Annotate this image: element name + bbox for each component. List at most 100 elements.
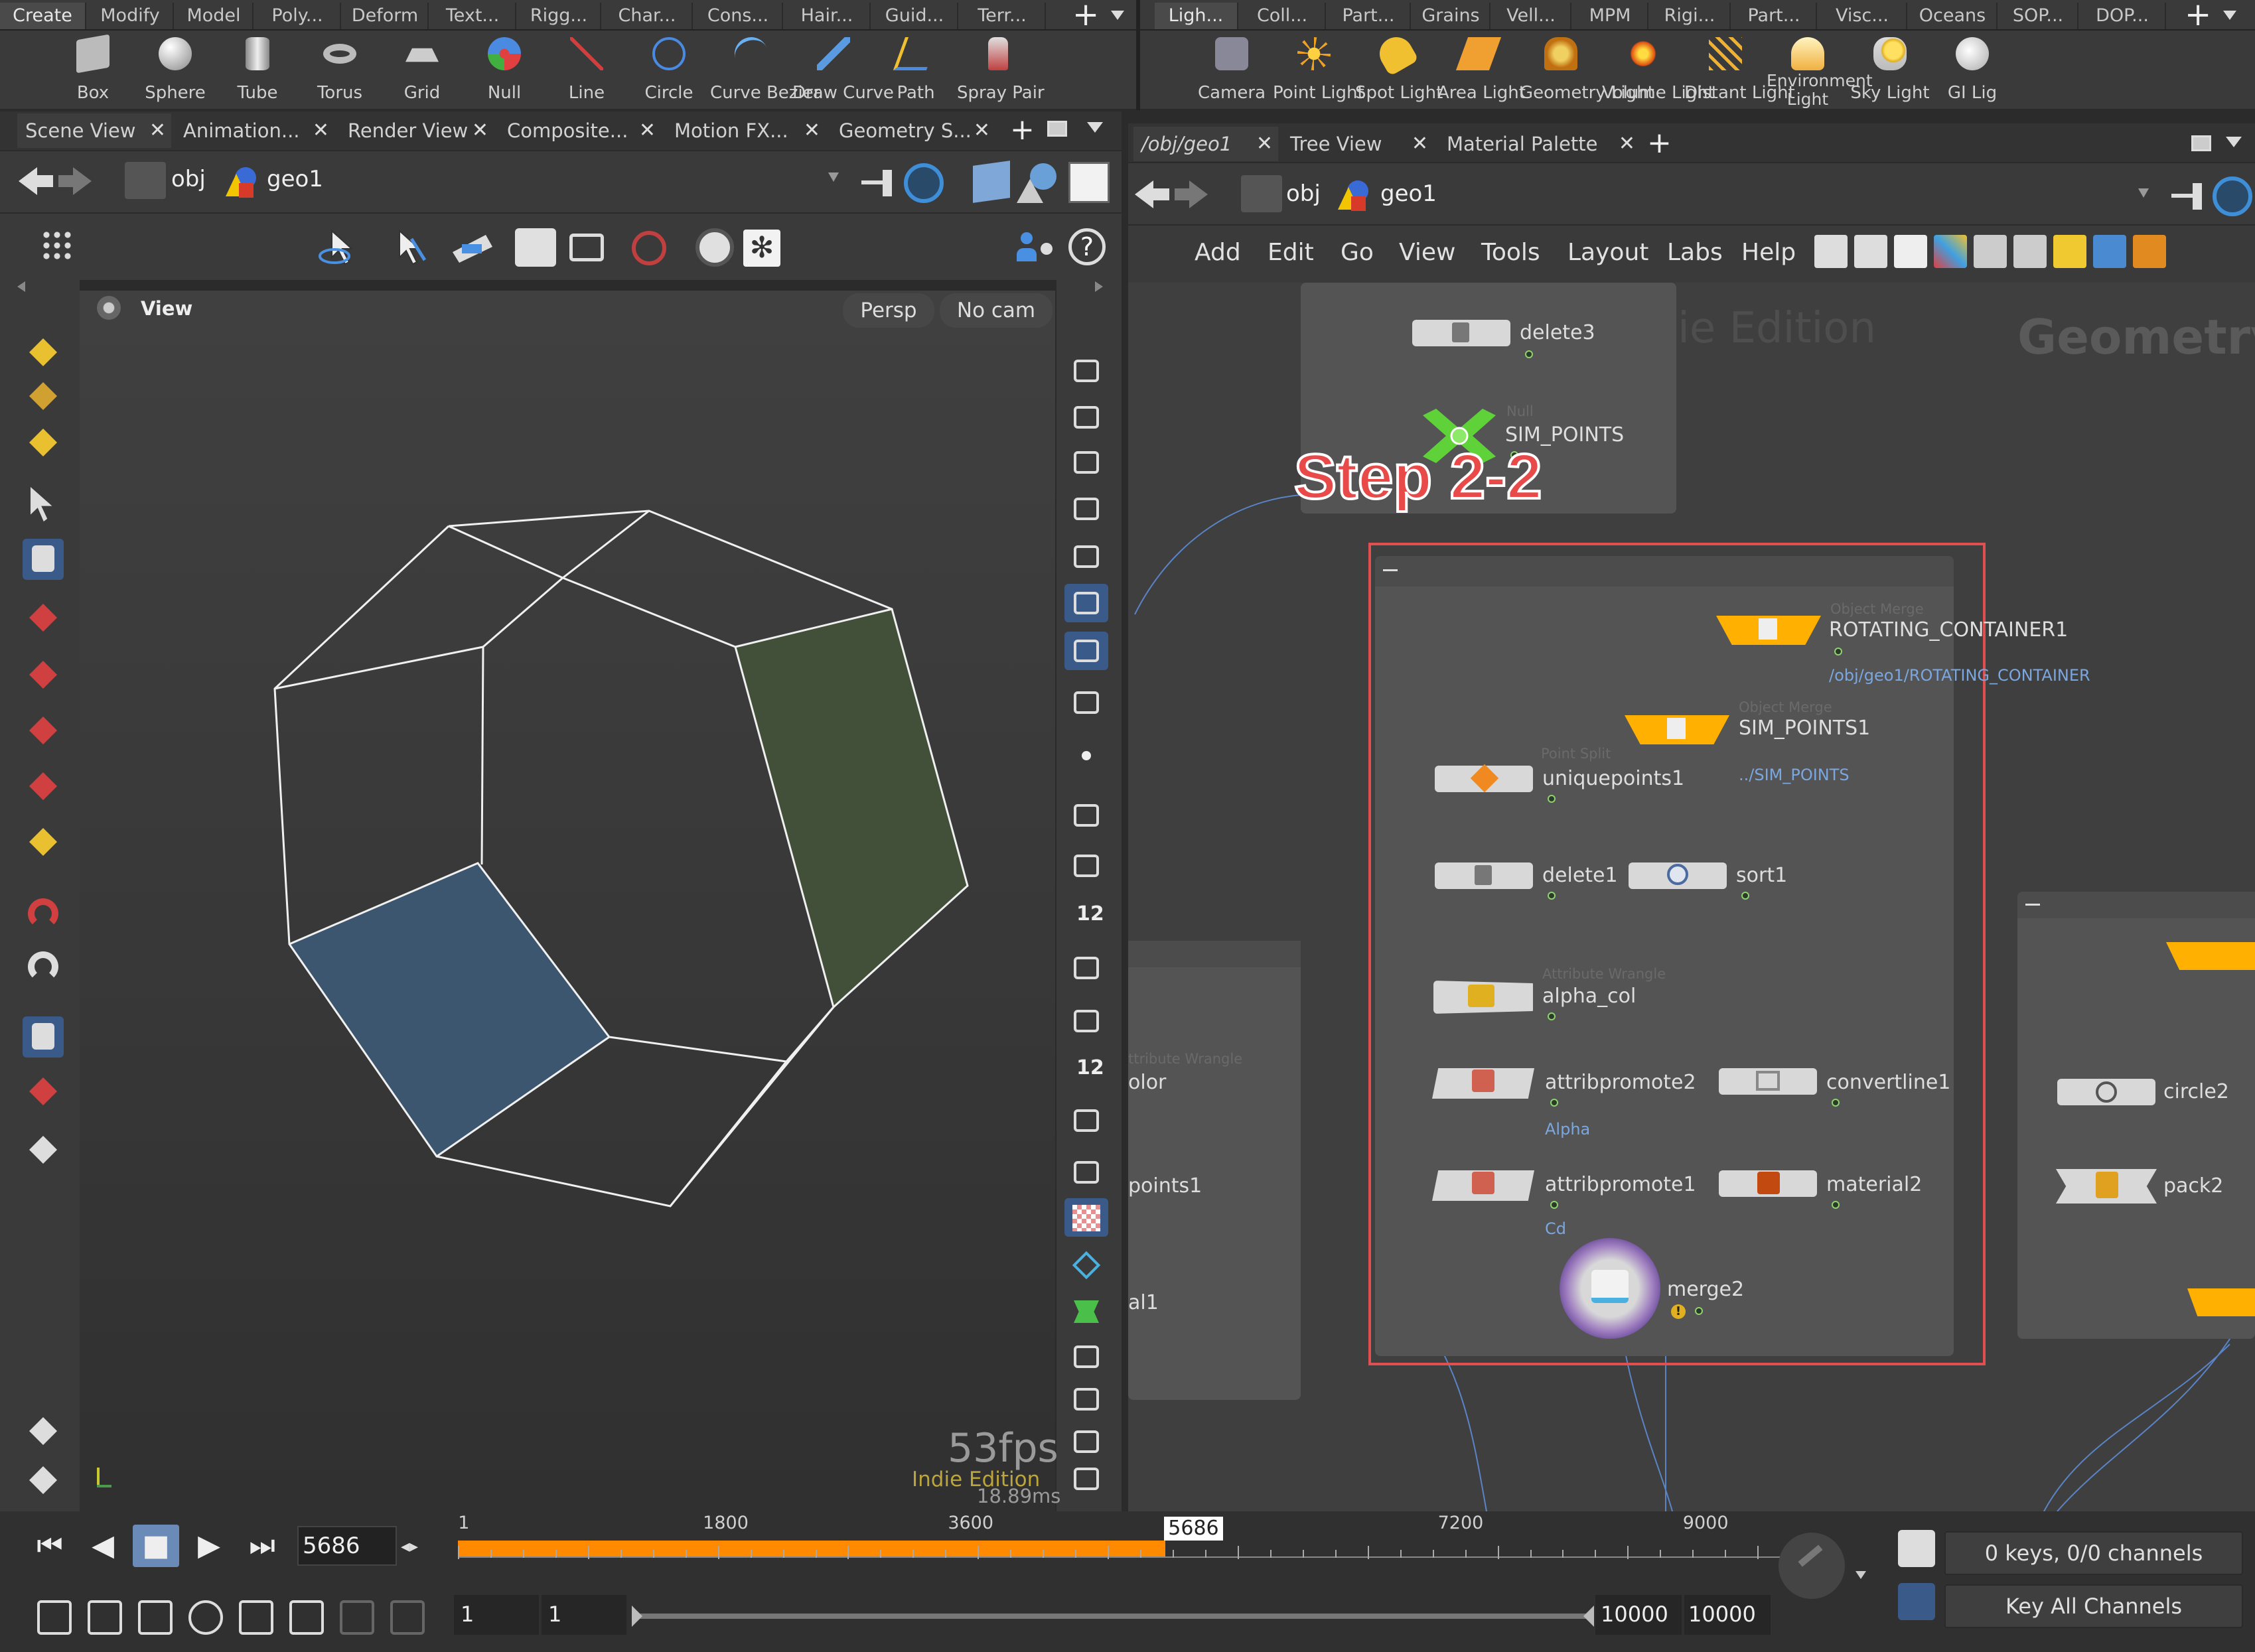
network-layout-icon[interactable] bbox=[2191, 135, 2211, 151]
pane-menu-icon[interactable] bbox=[1087, 122, 1103, 133]
step-frame-icons[interactable]: ◂▸ bbox=[401, 1537, 418, 1556]
tool-distant-light[interactable]: Distant Light bbox=[1684, 37, 1795, 110]
tool-torus[interactable]: Torus bbox=[299, 37, 381, 110]
partial-output-node[interactable] bbox=[2187, 1288, 2255, 1316]
shelf-tab-right-0[interactable]: Ligh... bbox=[1155, 3, 1238, 29]
tool-sphere[interactable]: Sphere bbox=[134, 37, 216, 110]
select-arrow-tool-icon[interactable] bbox=[23, 484, 64, 525]
channel-graph-icon[interactable] bbox=[1898, 1583, 1935, 1620]
shelf-tab-10[interactable]: Guid... bbox=[872, 3, 958, 29]
tab-close-icon[interactable]: ✕ bbox=[149, 113, 166, 148]
tool-volume-light[interactable]: Volume Light bbox=[1602, 37, 1715, 110]
display-option-13-icon[interactable] bbox=[1064, 1002, 1108, 1040]
menu-view[interactable]: View bbox=[1399, 239, 1455, 266]
nav-back-forward-icon[interactable] bbox=[19, 165, 92, 198]
tool-sky-light[interactable]: Sky Light bbox=[1849, 37, 1931, 110]
shelf-tab-0[interactable]: Create bbox=[0, 3, 86, 29]
tool-draw-curve[interactable]: Draw Curve bbox=[792, 37, 894, 110]
transform-tool-icon[interactable] bbox=[23, 821, 64, 862]
audio-icon[interactable] bbox=[23, 1460, 64, 1501]
shelf-tab-6[interactable]: Rigg... bbox=[518, 3, 601, 29]
magnet-snap-icon[interactable] bbox=[23, 894, 64, 935]
realtime-clock-icon[interactable] bbox=[188, 1600, 223, 1635]
menu-add[interactable]: Add bbox=[1195, 239, 1241, 266]
tool-grid[interactable]: Grid bbox=[381, 37, 463, 110]
magnet-grid-icon[interactable] bbox=[23, 947, 64, 989]
tool-area-light[interactable]: Area Light bbox=[1437, 37, 1526, 110]
display-option-6-icon[interactable] bbox=[1064, 632, 1108, 670]
left-pane-tab-1[interactable]: Animation... ✕ bbox=[175, 113, 334, 148]
key-icon[interactable] bbox=[1779, 1533, 1845, 1599]
render-output-icon[interactable] bbox=[23, 1411, 64, 1452]
display-option-10-icon[interactable] bbox=[1064, 847, 1108, 885]
tab-close-icon[interactable]: ✕ bbox=[639, 113, 656, 148]
shelf-tab-9[interactable]: Hair... bbox=[784, 3, 871, 29]
tool-null[interactable]: Null bbox=[463, 37, 546, 110]
select-mode-object-icon[interactable] bbox=[23, 332, 64, 373]
lock-icon[interactable] bbox=[23, 539, 64, 580]
display-option-20-icon[interactable] bbox=[1064, 1338, 1108, 1376]
prev-key-icon[interactable] bbox=[340, 1600, 374, 1635]
shelf-tab-right-4[interactable]: Vell... bbox=[1492, 3, 1571, 29]
help-icon[interactable]: ? bbox=[1068, 228, 1106, 265]
display-option-8-icon[interactable] bbox=[1064, 736, 1108, 775]
right-shelf-menu-icon[interactable] bbox=[2223, 11, 2236, 20]
display-option-7-icon[interactable] bbox=[1064, 683, 1108, 722]
link-icon[interactable] bbox=[904, 163, 944, 203]
shelf-tab-right-9[interactable]: Oceans bbox=[1909, 3, 1998, 29]
shelf-tab-8[interactable]: Cons... bbox=[694, 3, 783, 29]
camera-view-icon[interactable] bbox=[515, 228, 556, 267]
network-pane-menu-icon[interactable] bbox=[2226, 137, 2242, 147]
warning-icon[interactable]: ! bbox=[1671, 1304, 1686, 1319]
display-option-3-icon[interactable] bbox=[1064, 490, 1108, 528]
select-mode-points-icon[interactable] bbox=[23, 376, 64, 417]
shelf-tab-3[interactable]: Poly... bbox=[255, 3, 341, 29]
network-back-forward-icon[interactable] bbox=[1135, 178, 1208, 211]
handle-tool-icon[interactable] bbox=[23, 766, 64, 807]
shapes-view-icon[interactable] bbox=[1017, 163, 1056, 203]
auto-key-icon[interactable] bbox=[1898, 1530, 1935, 1567]
path-root[interactable]: obj bbox=[171, 166, 206, 192]
tool-path[interactable]: Path bbox=[875, 37, 957, 110]
tab-close-icon[interactable]: ✕ bbox=[1619, 127, 1635, 161]
tree-list-icon[interactable] bbox=[1854, 235, 1887, 268]
shelf-menu-icon[interactable] bbox=[1111, 11, 1124, 20]
display-option-23-icon[interactable] bbox=[1064, 1460, 1108, 1498]
tool-gi-light[interactable]: GI Lig bbox=[1931, 37, 2013, 110]
shelf-tab-right-8[interactable]: Visc... bbox=[1818, 3, 1907, 29]
display-option-9-icon[interactable] bbox=[1064, 796, 1108, 835]
path-dropdown-icon[interactable] bbox=[828, 172, 839, 182]
apps-grid-icon[interactable] bbox=[41, 230, 74, 263]
color-palette-icon[interactable] bbox=[1934, 235, 1967, 268]
menu-layout[interactable]: Layout bbox=[1567, 239, 1648, 266]
display-option-14-icon[interactable]: 12 bbox=[1064, 1051, 1108, 1089]
tool-environment-light[interactable]: Environment Light bbox=[1767, 37, 1873, 110]
camera-tool-icon[interactable] bbox=[23, 1016, 64, 1058]
shelf-tab-5[interactable]: Text... bbox=[430, 3, 516, 29]
display-option-2-icon[interactable] bbox=[1064, 443, 1108, 482]
left-pane-tab-4[interactable]: Motion FX... ✕ bbox=[666, 113, 826, 148]
network-path-dropdown-icon[interactable] bbox=[2138, 188, 2149, 198]
move-tool-icon[interactable] bbox=[23, 597, 64, 638]
scroll-right-icon[interactable] bbox=[1095, 281, 1103, 292]
loop-icon[interactable] bbox=[138, 1600, 173, 1635]
flipbook-icon[interactable] bbox=[23, 1129, 64, 1170]
settings-gear-icon[interactable]: ✻ bbox=[743, 230, 780, 267]
tab-close-icon[interactable]: ✕ bbox=[974, 113, 990, 148]
display-option-21-icon[interactable] bbox=[1064, 1380, 1108, 1418]
menu-edit[interactable]: Edit bbox=[1268, 239, 1314, 266]
path-node[interactable]: geo1 bbox=[267, 166, 323, 192]
display-option-4-icon[interactable] bbox=[1064, 537, 1108, 576]
range-slider-right-handle[interactable] bbox=[1583, 1606, 1594, 1627]
tool-line[interactable]: Line bbox=[546, 37, 628, 110]
timeline-frame-marker[interactable]: 5686 bbox=[1164, 1517, 1223, 1541]
jump-start-icon[interactable]: ⏮ bbox=[27, 1525, 73, 1567]
add-tab-icon[interactable]: + bbox=[1010, 113, 1035, 147]
shelf-tab-right-1[interactable]: Coll... bbox=[1240, 3, 1326, 29]
collapse-right-box-icon[interactable] bbox=[2025, 904, 2040, 906]
shelf-tab-4[interactable]: Deform bbox=[342, 3, 429, 29]
display-option-18-icon[interactable] bbox=[1064, 1249, 1108, 1287]
no-entry-icon[interactable] bbox=[632, 231, 666, 265]
tab-close-icon[interactable]: ✕ bbox=[1412, 127, 1428, 161]
tab-close-icon[interactable]: ✕ bbox=[804, 113, 820, 148]
